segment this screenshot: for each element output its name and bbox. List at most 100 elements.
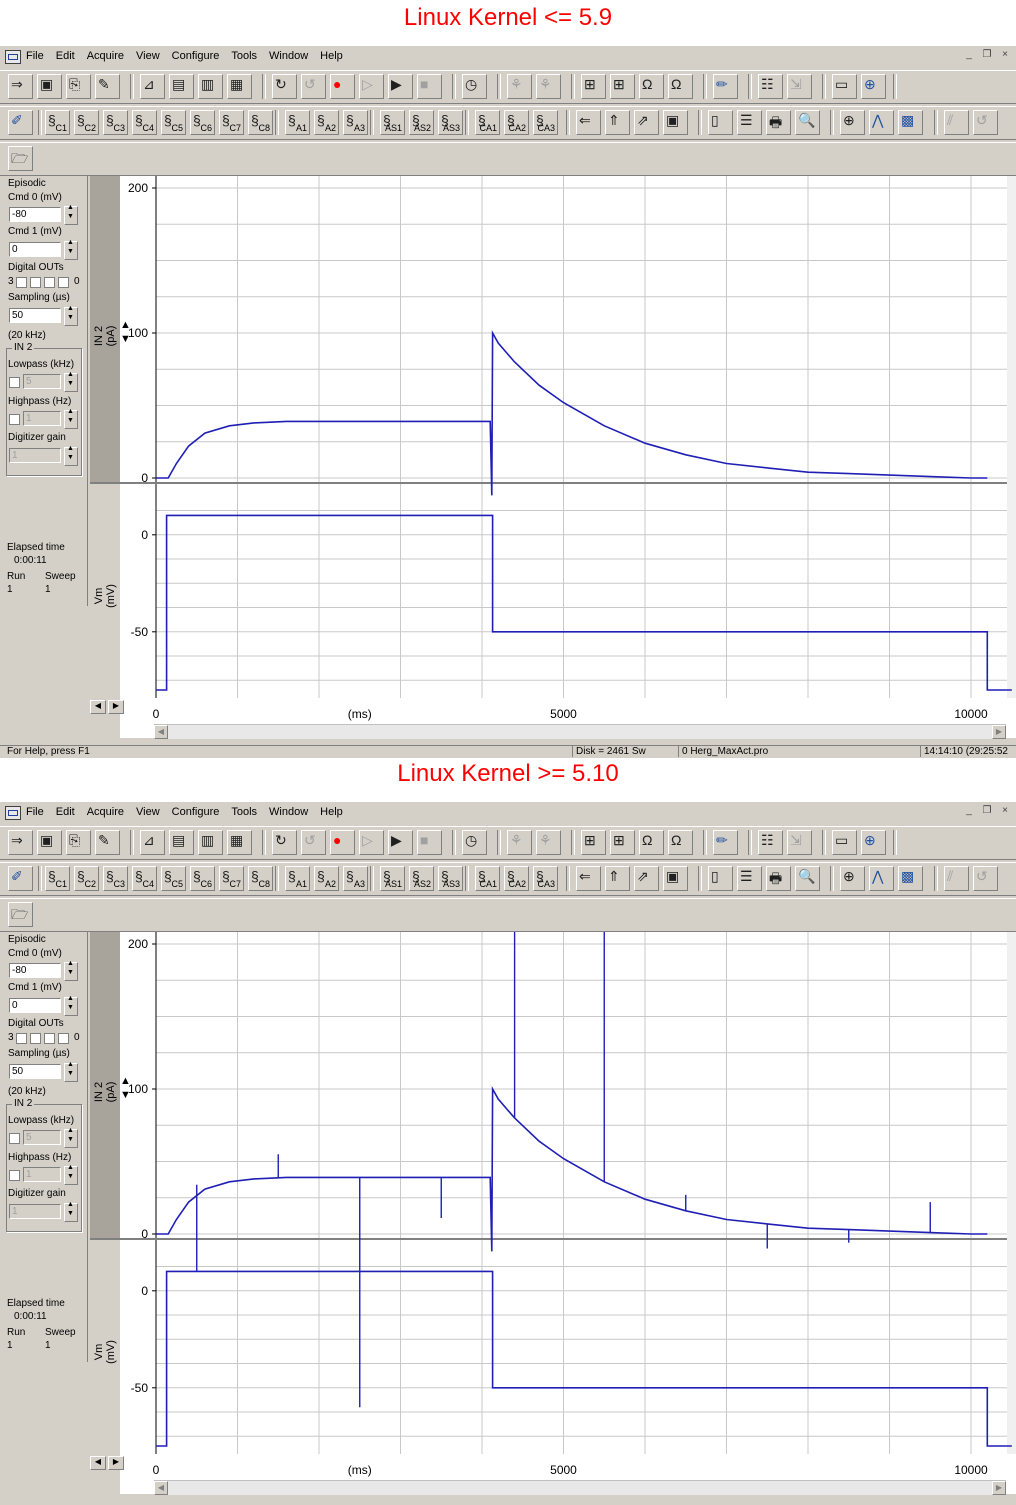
scroll-left-button[interactable]: ◀ [154,725,168,739]
digitizer-gain-spinner[interactable] [64,445,78,466]
channel-button-c5[interactable]: § C5 [161,866,186,891]
scope-plot[interactable]: 20010000-50IN 2 (pA)Vm (mV)▲▼0 5000 10000(ms… [90,932,1016,1494]
pen-button[interactable]: ✏ [713,74,738,99]
channel-button-a3[interactable]: § A3 [343,866,368,891]
lowpass-field[interactable]: 5 [23,374,61,389]
scroll-right-button[interactable]: ▶ [992,725,1006,739]
channel-button-c2[interactable]: § C2 [74,866,99,891]
lowpass-checkbox[interactable] [9,1133,20,1144]
prev-sweep-button[interactable]: ◀ [90,1456,106,1470]
cmd1-spinner[interactable] [64,995,78,1016]
vertical-scrollbar[interactable] [1007,932,1016,1454]
print-button[interactable]: 🖶 [766,866,791,891]
restore-button[interactable]: ❐ [980,49,994,60]
network-button[interactable]: ⊕ [861,830,886,855]
open-button[interactable]: ⇒ [8,74,33,99]
import-button[interactable]: ⇐ [576,866,601,891]
menu-file[interactable]: File [26,50,44,62]
display-button[interactable]: ▭ [832,830,857,855]
channel-button-c8[interactable]: § C8 [248,866,273,891]
channel-button-c7[interactable]: § C7 [219,110,244,135]
marker-button[interactable]: ⋀ [869,110,894,135]
save-as-button[interactable]: ⎘ [66,74,91,99]
zoom-in-button[interactable]: ⊕ [840,110,865,135]
grid-button[interactable]: ▦ [227,830,252,855]
seal-button[interactable]: ⊞ [581,830,606,855]
channel-button-c3[interactable]: § C3 [103,110,128,135]
import-button[interactable]: ⇐ [576,110,601,135]
undo-button[interactable]: ↺ [973,110,998,135]
open-protocol-button[interactable]: 🗁 [8,902,33,927]
channel-button-a2[interactable]: § A2 [314,866,339,891]
app-icon[interactable] [5,50,21,64]
document-button[interactable]: ▯ [708,866,733,891]
channel-button-as2[interactable]: § AS2 [409,110,434,135]
menu-window[interactable]: Window [269,806,308,818]
marker-button[interactable]: ⋀ [869,866,894,891]
scale-down-icon[interactable]: ▼ [120,333,131,345]
menu-acquire[interactable]: Acquire [87,806,124,818]
scale-up-icon[interactable]: ▲ [120,319,131,331]
channel-button-a2[interactable]: § A2 [314,110,339,135]
stop-button[interactable]: ■ [417,830,442,855]
palette-button[interactable]: ▩ [898,110,923,135]
table-button[interactable]: ▤ [169,830,194,855]
prev-sweep-button[interactable]: ◀ [90,700,106,714]
horizontal-scrollbar[interactable]: ◀ ▶ [154,724,1006,739]
next-sweep-button[interactable]: ▶ [108,1456,124,1470]
step-button[interactable]: ▷ [359,74,384,99]
cmd0-spinner[interactable] [64,960,78,981]
continue-button[interactable]: ↺ [301,830,326,855]
list-button[interactable]: ☰ [737,866,762,891]
upload-button[interactable]: ⇑ [605,866,630,891]
grid-button[interactable]: ▦ [227,74,252,99]
display-button[interactable]: ▭ [832,74,857,99]
restore-button[interactable]: ❐ [980,805,994,816]
channel-button-c4[interactable]: § C4 [132,110,157,135]
channel-button-as1[interactable]: § AS1 [380,110,405,135]
print-button[interactable]: 🖶 [766,110,791,135]
channel-button-c7[interactable]: § C7 [219,866,244,891]
layers-button[interactable]: ▣ [663,110,688,135]
scale-up-icon[interactable]: ▲ [120,1075,131,1087]
channel-button-c5[interactable]: § C5 [161,110,186,135]
scope-plot[interactable]: 20010000-50IN 2 (pA)Vm (mV)▲▼0 5000 10000(ms… [90,176,1016,738]
cmd1-field[interactable]: 0 [9,998,61,1013]
highpass-spinner[interactable] [64,1164,78,1185]
sampling-spinner[interactable] [64,1061,78,1082]
highpass-field[interactable]: 1 [23,1167,61,1182]
channel-button-a3[interactable]: § A3 [343,110,368,135]
app-icon[interactable] [5,806,21,820]
seal2-button[interactable]: ⊞ [610,830,635,855]
preview-button[interactable]: 🔍 [795,110,820,135]
menu-configure[interactable]: Configure [172,806,220,818]
seal-button[interactable]: ⊞ [581,74,606,99]
sampling-spinner[interactable] [64,305,78,326]
clipboard-button[interactable]: ☷ [758,830,783,855]
sampling-field[interactable]: 50 [9,308,61,323]
digital-out-checkbox-1[interactable] [30,1033,41,1044]
channel-button-c3[interactable]: § C3 [103,866,128,891]
graph-button[interactable]: ⫽ [944,110,969,135]
highpass-checkbox[interactable] [9,414,20,425]
highpass-spinner[interactable] [64,408,78,429]
timer-button[interactable]: ◷ [462,74,487,99]
loop-button[interactable]: ↻ [272,830,297,855]
highpass-checkbox[interactable] [9,1170,20,1181]
graph-button[interactable]: ⫽ [944,866,969,891]
cmd0-field[interactable]: -80 [9,963,61,978]
digitizer-gain-field[interactable]: 1 [9,448,61,463]
menu-edit[interactable]: Edit [56,806,75,818]
export-button[interactable]: ⇲ [787,74,812,99]
lowpass-checkbox[interactable] [9,377,20,388]
digital-out-checkbox-0[interactable] [16,277,27,288]
digital-out-checkbox-2[interactable] [44,1033,55,1044]
digital-out-checkbox-2[interactable] [44,277,55,288]
cmd1-spinner[interactable] [64,239,78,260]
next-sweep-button[interactable]: ▶ [108,700,124,714]
digital-out-checkbox-1[interactable] [30,277,41,288]
lowpass-field[interactable]: 5 [23,1130,61,1145]
menu-tools[interactable]: Tools [231,806,257,818]
stop-button[interactable]: ■ [417,74,442,99]
channel-button-as1[interactable]: § AS1 [380,866,405,891]
